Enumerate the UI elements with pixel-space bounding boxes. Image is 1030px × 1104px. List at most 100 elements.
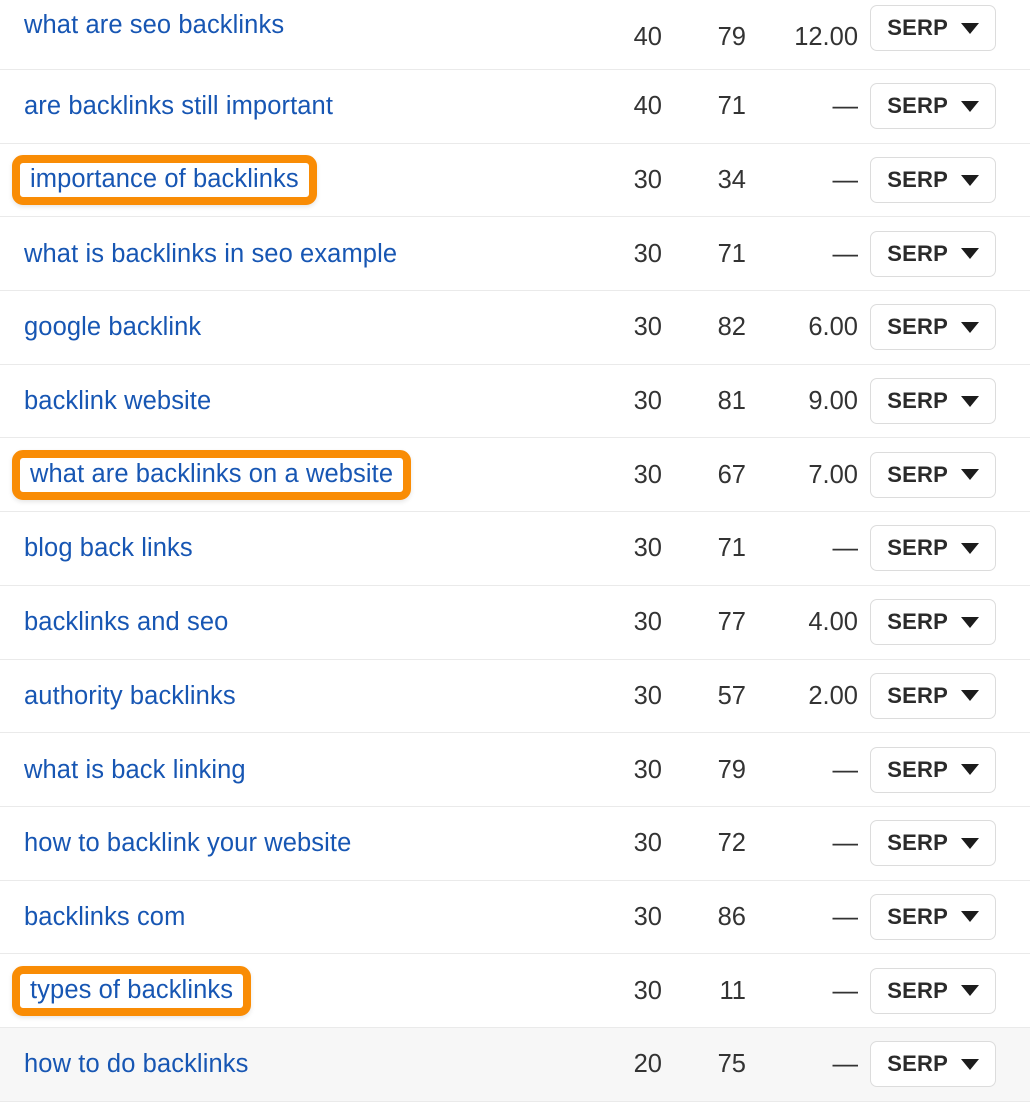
serp-button-label: SERP [887,682,948,708]
serp-dropdown-button[interactable]: SERP [870,893,996,940]
chevron-down-icon [961,100,979,112]
keyword-link[interactable]: backlink website [24,387,211,415]
serp-cell: SERP [858,672,1030,719]
keyword-link[interactable]: blog back links [24,534,193,562]
keyword-link[interactable]: how to do backlinks [24,1050,248,1078]
serp-dropdown-button[interactable]: SERP [870,378,996,425]
keyword-cell: backlinks and seo [0,586,566,659]
chevron-down-icon [961,985,979,997]
table-row[interactable]: google backlink 30 82 6.00 SERP [0,291,1030,365]
serp-dropdown-button[interactable]: SERP [870,599,996,646]
serp-dropdown-button[interactable]: SERP [870,672,996,719]
search-volume-cell: 30 [633,460,662,489]
keyword-cell: types of backlinks [0,954,566,1027]
keyword-link[interactable]: google backlink [24,313,201,341]
table-row[interactable]: are backlinks still important 40 71 — SERP [0,70,1030,144]
keyword-link[interactable]: importance of backlinks [30,165,299,193]
cpc-cell: 2.00 [808,681,858,710]
table-row[interactable]: how to backlink your website 30 72 — SERP [0,806,1030,881]
keyword-difficulty-cell: 11 [719,976,746,1005]
table-row[interactable]: what are backlinks on a website 30 67 7.00 S… [0,438,1030,513]
keyword-cell: what is backlinks in seo example [0,217,566,290]
serp-button-label: SERP [887,756,948,782]
search-volume-cell: 20 [633,1050,662,1079]
table-row[interactable]: backlinks and seo 30 77 4.00 SERP [0,585,1030,660]
table-row[interactable]: what is backlinks in seo example 30 71 — SER… [0,217,1030,292]
cpc-cell: — [832,166,859,194]
cpc-cell: — [832,239,859,268]
keyword-link[interactable]: what is back linking [24,756,246,784]
chevron-down-icon [961,395,979,407]
serp-dropdown-button[interactable]: SERP [870,1041,996,1088]
serp-cell: SERP [858,1041,1030,1088]
serp-dropdown-button[interactable]: SERP [870,304,996,351]
keyword-link[interactable]: how to backlink your website [24,829,351,857]
keyword-cell: backlink website [0,365,566,438]
table-row[interactable]: backlink website 30 81 9.00 SERP [0,364,1030,439]
serp-cell: SERP [858,746,1030,793]
keyword-difficulty-cell: 71 [717,92,746,121]
serp-cell: SERP [858,820,1030,867]
keyword-highlight-box: what are backlinks on a website [12,449,412,500]
chevron-down-icon [961,542,979,554]
serp-dropdown-button[interactable]: SERP [870,525,996,572]
chevron-down-icon [961,911,979,923]
table-row[interactable]: types of backlinks 30 11 — SERP [0,954,1030,1028]
keyword-link[interactable]: authority backlinks [24,682,236,710]
serp-button-label: SERP [887,830,948,856]
serp-dropdown-button[interactable]: SERP [870,157,996,204]
keyword-link[interactable]: types of backlinks [30,976,233,1004]
table-row[interactable]: backlinks com 30 86 — SERP [0,880,1030,955]
keyword-difficulty-cell: 75 [717,1050,746,1079]
chevron-down-icon [961,248,979,260]
keyword-link[interactable]: backlinks and seo [24,608,228,636]
search-volume-cell: 40 [633,92,662,121]
chevron-down-icon [961,764,979,776]
cpc-cell: — [832,829,859,858]
serp-button-label: SERP [887,167,948,193]
serp-button-label: SERP [887,93,948,119]
table-row[interactable]: what are seo backlinks 40 79 12.00 SERP [0,0,1030,70]
chevron-down-icon [961,837,979,849]
keyword-highlight-box: importance of backlinks [12,155,317,206]
serp-dropdown-button[interactable]: SERP [870,746,996,793]
search-volume-cell: 30 [633,608,662,637]
keyword-cell: what is back linking [0,733,566,806]
keyword-difficulty-cell: 79 [717,755,746,784]
cpc-cell: — [832,534,859,563]
keyword-cell: are backlinks still important [0,70,566,143]
search-volume-cell: 30 [633,166,662,194]
keyword-link[interactable]: backlinks com [24,903,185,931]
search-volume-cell: 40 [633,22,662,51]
keyword-difficulty-cell: 82 [717,313,746,342]
table-row[interactable]: how to do backlinks 20 75 — SERP [0,1027,1030,1102]
table-row[interactable]: authority backlinks 30 57 2.00 SERP [0,659,1030,734]
serp-dropdown-button[interactable]: SERP [870,230,996,277]
serp-dropdown-button[interactable]: SERP [870,820,996,867]
serp-button-label: SERP [887,903,948,929]
serp-dropdown-button[interactable]: SERP [870,83,996,130]
serp-cell: SERP [858,893,1030,940]
keyword-link[interactable]: are backlinks still important [24,92,333,120]
table-row[interactable]: blog back links 30 71 — SERP [0,512,1030,586]
search-volume-cell: 30 [633,976,662,1005]
search-volume-cell: 30 [633,387,662,416]
cpc-cell: 4.00 [808,608,858,637]
keyword-cell: importance of backlinks [0,144,566,217]
cpc-cell: 12.00 [794,22,858,51]
keyword-link[interactable]: what are seo backlinks [24,11,284,39]
serp-button-label: SERP [887,609,948,635]
serp-dropdown-button[interactable]: SERP [870,451,996,498]
keyword-link[interactable]: what are backlinks on a website [30,460,393,488]
table-row[interactable]: what is back linking 30 79 — SERP [0,733,1030,807]
keyword-cell: google backlink [0,291,566,364]
table-row[interactable]: importance of backlinks 30 34 — SERP [0,143,1030,218]
keyword-cell: what are backlinks on a website [0,438,566,511]
keyword-difficulty-cell: 86 [717,902,746,931]
serp-dropdown-button[interactable]: SERP [870,967,996,1014]
serp-cell: SERP [858,599,1030,646]
serp-dropdown-button[interactable]: SERP [870,5,996,51]
keyword-link[interactable]: what is backlinks in seo example [24,240,397,268]
serp-button-label: SERP [887,535,948,561]
search-volume-cell: 30 [633,755,662,784]
